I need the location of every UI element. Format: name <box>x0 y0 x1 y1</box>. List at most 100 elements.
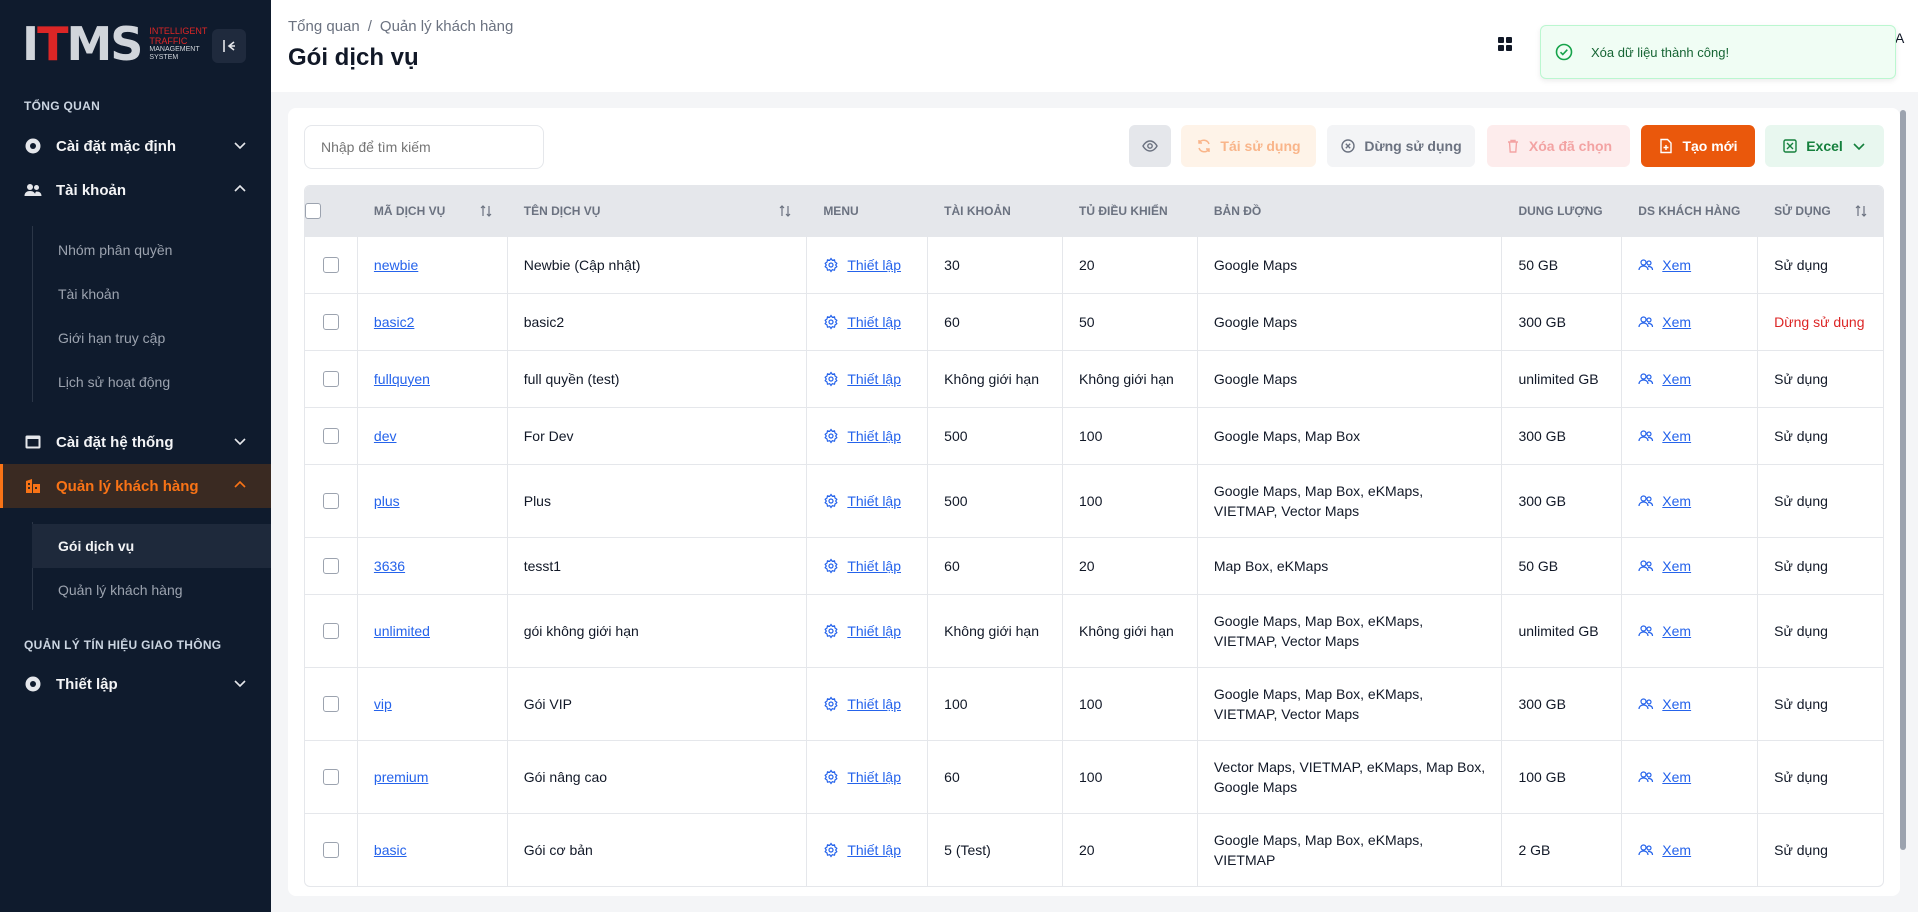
delete-selected-button[interactable]: Xóa đã chọn <box>1487 125 1630 167</box>
header-status[interactable]: SỬ DỤNG <box>1758 186 1883 236</box>
view-customers-link[interactable]: Xem <box>1638 767 1691 787</box>
cell-code: vip <box>358 668 508 740</box>
view-customers-link[interactable]: Xem <box>1638 694 1691 714</box>
service-code-link[interactable]: unlimited <box>374 621 430 641</box>
cell-controllers: 20 <box>1063 237 1198 293</box>
setup-menu-label: Thiết lập <box>847 623 902 639</box>
chevron-down-icon <box>1853 143 1865 151</box>
sidebar-item-label: Quản lý khách hàng <box>56 477 199 495</box>
users-icon <box>1638 316 1654 328</box>
row-checkbox[interactable] <box>322 314 339 330</box>
setup-menu-link[interactable]: Thiết lập <box>823 767 901 787</box>
header-status-label: SỬ DỤNG <box>1774 204 1831 218</box>
row-checkbox[interactable] <box>322 558 339 574</box>
view-customers-link[interactable]: Xem <box>1638 312 1691 332</box>
service-code-link[interactable]: basic <box>374 840 407 860</box>
row-checkbox[interactable] <box>322 257 339 273</box>
create-new-button[interactable]: Tạo mới <box>1641 125 1755 167</box>
setup-menu-link[interactable]: Thiết lập <box>823 255 901 275</box>
setup-menu-link[interactable]: Thiết lập <box>823 621 901 641</box>
setup-menu-link[interactable]: Thiết lập <box>823 312 901 332</box>
row-checkbox[interactable] <box>322 696 339 712</box>
service-code-link[interactable]: newbie <box>374 255 418 275</box>
cell-code: unlimited <box>358 595 508 667</box>
row-checkbox-cell <box>305 741 358 813</box>
sidebar-subitem-service-packages[interactable]: Gói dịch vụ <box>32 524 271 568</box>
setup-menu-link[interactable]: Thiết lập <box>823 840 901 860</box>
users-icon <box>1638 430 1654 442</box>
header-name[interactable]: TÊN DỊCH VỤ <box>508 186 808 236</box>
sidebar-item-setup[interactable]: Thiết lập <box>0 662 271 706</box>
user-avatar[interactable]: A <box>1895 30 1904 46</box>
row-checkbox[interactable] <box>322 769 339 785</box>
users-icon <box>1638 495 1654 507</box>
sidebar-subitem-activity-history[interactable]: Lịch sử hoạt động <box>32 360 271 404</box>
toggle-columns-button[interactable] <box>1129 125 1171 167</box>
sort-icon[interactable] <box>1855 204 1867 218</box>
view-customers-label: Xem <box>1662 493 1692 509</box>
apps-grid-icon[interactable] <box>1495 34 1515 54</box>
row-checkbox[interactable] <box>322 842 339 858</box>
sidebar-item-default-settings[interactable]: Cài đặt mặc định <box>0 124 271 168</box>
table-row: basic2 basic2 Thiết lập 60 50 Google Maps 300 … <box>305 293 1883 350</box>
sort-icon[interactable] <box>779 204 791 218</box>
eye-icon <box>1142 140 1158 152</box>
service-code-link[interactable]: vip <box>374 694 392 714</box>
view-customers-link[interactable]: Xem <box>1638 255 1691 275</box>
view-customers-link[interactable]: Xem <box>1638 426 1691 446</box>
view-customers-link[interactable]: Xem <box>1638 840 1691 860</box>
sidebar-subitem-permission-groups[interactable]: Nhóm phân quyền <box>32 228 271 272</box>
service-code-link[interactable]: plus <box>374 491 400 511</box>
sidebar-item-customer-management[interactable]: Quản lý khách hàng <box>0 464 271 508</box>
collapse-sidebar-button[interactable] <box>212 29 246 63</box>
settings-icon <box>824 371 838 387</box>
service-code-link[interactable]: 3636 <box>374 556 405 576</box>
view-customers-link[interactable]: Xem <box>1638 556 1691 576</box>
view-customers-link[interactable]: Xem <box>1638 621 1691 641</box>
stop-using-button[interactable]: Dừng sử dụng <box>1327 125 1475 167</box>
cell-maps: Google Maps, Map Box, eKMaps, VIETMAP, V… <box>1198 465 1503 537</box>
view-customers-link[interactable]: Xem <box>1638 369 1691 389</box>
setup-menu-link[interactable]: Thiết lập <box>823 556 901 576</box>
sidebar-subitem-accounts[interactable]: Tài khoản <box>32 272 271 316</box>
setup-menu-link[interactable]: Thiết lập <box>823 694 901 714</box>
sidebar-item-system-settings[interactable]: Cài đặt hệ thống <box>0 420 271 464</box>
cell-controllers: 50 <box>1063 294 1198 350</box>
cell-controllers: Không giới hạn <box>1063 595 1198 667</box>
reuse-button[interactable]: Tái sử dụng <box>1181 125 1316 167</box>
chevron-up-icon <box>234 184 246 192</box>
page-scrollbar[interactable] <box>1900 110 1906 850</box>
setup-menu-link[interactable]: Thiết lập <box>823 491 901 511</box>
sidebar-subitem-customers[interactable]: Quản lý khách hàng <box>32 568 271 612</box>
setup-menu-link[interactable]: Thiết lập <box>823 426 901 446</box>
service-code-link[interactable]: basic2 <box>374 312 414 332</box>
settings-icon <box>824 769 838 785</box>
sidebar-item-label: Tài khoản <box>56 181 127 199</box>
breadcrumb-customer-management[interactable]: Quản lý khách hàng <box>380 18 513 35</box>
service-code-link[interactable]: dev <box>374 426 397 446</box>
sidebar-subitem-access-limits[interactable]: Giới hạn truy cập <box>32 316 271 360</box>
setup-menu-link[interactable]: Thiết lập <box>823 369 901 389</box>
row-checkbox[interactable] <box>322 623 339 639</box>
section-title-traffic-signals: QUẢN LÝ TÍN HIỆU GIAO THÔNG <box>24 638 222 652</box>
cell-status: Sử dụng <box>1774 696 1828 712</box>
breadcrumb-overview[interactable]: Tổng quan <box>288 18 360 35</box>
excel-export-button[interactable]: Excel <box>1765 125 1884 167</box>
view-customers-link[interactable]: Xem <box>1638 491 1691 511</box>
view-customers-label: Xem <box>1662 769 1692 785</box>
service-code-link[interactable]: fullquyen <box>374 369 430 389</box>
sort-icon[interactable] <box>480 204 492 218</box>
header-code[interactable]: MÃ DỊCH VỤ <box>358 186 508 236</box>
search-input[interactable] <box>304 125 544 169</box>
cell-customers: Xem <box>1622 408 1759 464</box>
select-all-checkbox[interactable] <box>305 203 321 219</box>
header-maps-label: BẢN ĐỒ <box>1213 204 1262 218</box>
sidebar: ITMS INTELLIGENT TRAFFIC MANAGEMENT SYST… <box>0 0 271 912</box>
header-checkbox-cell <box>305 186 358 236</box>
row-checkbox[interactable] <box>322 428 339 444</box>
service-code-link[interactable]: premium <box>374 767 428 787</box>
row-checkbox[interactable] <box>322 493 339 509</box>
sidebar-item-account[interactable]: Tài khoản <box>0 168 271 212</box>
table-row: unlimited gói không giới hạn Thiết lập Khôn… <box>305 594 1883 667</box>
row-checkbox[interactable] <box>322 371 339 387</box>
